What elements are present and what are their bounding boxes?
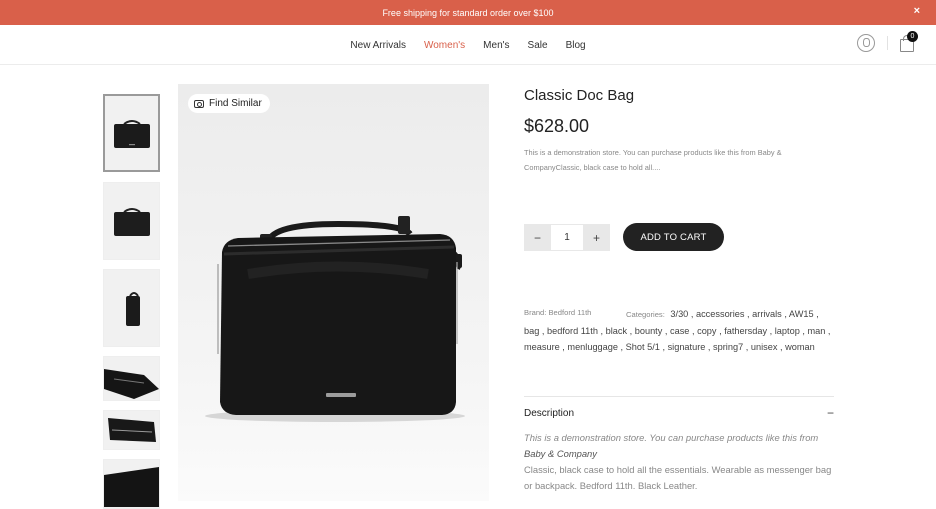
category-link[interactable]: copy [697,326,716,336]
category-link[interactable]: accessories [696,309,745,319]
category-separator: , [781,309,789,319]
description-body: This is a demonstration store. You can p… [524,430,834,494]
description-intro: This is a demonstration store. You can p… [524,432,819,443]
category-separator: , [539,326,548,336]
category-link[interactable]: 3/30 [670,309,688,319]
category-link[interactable]: Shot 5/1 [626,342,660,352]
category-link[interactable]: signature [668,342,706,352]
category-link[interactable]: menluggage [567,342,618,352]
bag-interior-image [108,418,156,442]
find-similar-button[interactable]: Find Similar [188,94,270,113]
nav-item-mens[interactable]: Men's [483,40,509,51]
quantity-stepper: − + [524,224,610,251]
category-link[interactable]: unisex [751,342,778,352]
announcement-text: Free shipping for standard order over $1… [382,7,554,18]
category-separator: , [743,342,751,352]
camera-icon [194,99,204,108]
description-intro-link[interactable]: Baby & Company [524,448,597,459]
category-separator: , [618,342,626,352]
close-icon[interactable]: × [914,5,920,17]
category-separator: , [777,342,786,352]
category-link[interactable]: AW15 [789,309,814,319]
thumbnail-3[interactable] [103,269,160,347]
description-header[interactable]: Description − [524,407,834,419]
category-separator: , [662,326,670,336]
category-separator: , [744,309,753,319]
nav-item-womens[interactable]: Women's [424,40,465,51]
description-heading: Description [524,408,575,419]
header-divider [887,36,888,50]
main-product-image[interactable]: Find Similar [178,84,489,501]
quantity-input[interactable] [551,224,583,251]
category-link[interactable]: arrivals [752,309,782,319]
quantity-decrease-button[interactable]: − [524,224,551,251]
category-separator: , [767,326,775,336]
category-separator: , [705,342,714,352]
category-link[interactable]: bounty [635,326,663,336]
short-description: This is a demonstration store. You can p… [524,148,782,172]
product-price: $628.00 [524,116,590,136]
category-link[interactable]: bag [524,326,539,336]
quantity-increase-button[interactable]: + [583,224,610,251]
category-separator: , [627,326,635,336]
category-link[interactable]: woman [785,342,815,352]
category-link[interactable]: black [606,326,627,336]
announcement-bar: Free shipping for standard order over $1… [0,0,936,25]
thumbnail-5[interactable] [103,410,160,450]
header-icons: 0 [857,30,918,52]
category-link[interactable]: spring7 [713,342,743,352]
category-link[interactable]: fathersday [724,326,767,336]
category-separator: , [825,326,831,336]
collapse-icon[interactable]: − [827,407,834,419]
categories-list: Categories: 3/30 , accessories , arrival… [524,306,834,355]
thumbnail-6[interactable] [103,459,160,509]
nav-item-sale[interactable]: Sale [528,40,548,51]
nav-item-new-arrivals[interactable]: New Arrivals [350,40,406,51]
category-link[interactable]: case [670,326,689,336]
account-icon[interactable] [857,34,875,52]
bag-illustration [205,216,465,422]
thumbnail-1[interactable] [103,94,160,172]
find-similar-label: Find Similar [209,98,262,109]
category-link[interactable]: measure [524,342,560,352]
site-header: New Arrivals Women's Men's Sale Blog 0 [0,25,936,65]
bag-detail-image [104,467,159,507]
thumbnail-2[interactable] [103,182,160,260]
cart-count-badge: 0 [907,30,918,42]
bag-side-image [125,292,140,326]
category-separator: , [659,342,668,352]
main-nav: New Arrivals Women's Men's Sale Blog [0,25,936,65]
bag-front-image [113,120,150,148]
product-title: Classic Doc Bag [524,87,635,104]
description-text: Classic, black case to hold all the esse… [524,464,832,491]
category-separator: , [813,309,819,319]
nav-item-blog[interactable]: Blog [566,40,586,51]
category-link[interactable]: bedford 11th [547,326,598,336]
category-separator: , [689,326,698,336]
category-separator: , [597,326,606,336]
section-divider [524,396,834,397]
bag-back-image [113,208,150,236]
cart-icon[interactable]: 0 [900,30,918,52]
bag-open-image [104,368,159,399]
thumbnail-4[interactable] [103,356,160,401]
category-separator: , [688,309,696,319]
category-link[interactable]: laptop [775,326,800,336]
categories-label: Categories: [626,310,665,319]
add-to-cart-button[interactable]: ADD TO CART [623,223,724,251]
category-link[interactable]: man [807,326,825,336]
